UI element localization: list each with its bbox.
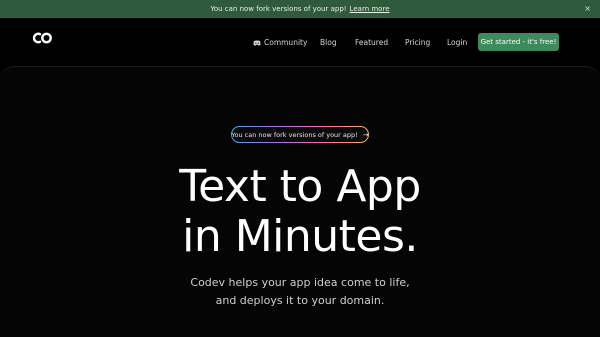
nav-community[interactable]: Community <box>253 38 307 47</box>
pill-inner: You can now fork versions of your app! → <box>231 127 369 142</box>
hero-subtitle-line-1: Codev helps your app idea come to life, <box>190 276 410 289</box>
hero-title-line-1: Text to App <box>179 161 421 212</box>
discord-icon <box>253 40 261 46</box>
nav-pricing[interactable]: Pricing <box>405 38 430 47</box>
nav-login[interactable]: Login <box>447 38 467 47</box>
close-icon[interactable]: × <box>584 4 591 14</box>
top-nav: Community Blog Featured Pricing Login Ge… <box>0 18 600 66</box>
fork-announcement-pill[interactable]: You can now fork versions of your app! → <box>231 126 369 143</box>
learn-more-link[interactable]: Learn more <box>350 5 390 13</box>
get-started-button[interactable]: Get started - it's free! <box>478 33 559 51</box>
nav-blog[interactable]: Blog <box>320 38 337 47</box>
nav-community-label: Community <box>264 38 308 47</box>
nav-featured[interactable]: Featured <box>355 38 388 47</box>
hero-subtitle-line-2: and deploys it to your domain. <box>215 294 385 307</box>
hero-title-line-2: in Minutes. <box>182 211 418 262</box>
arrow-right-icon: → <box>362 130 369 139</box>
codev-logo-icon[interactable] <box>32 31 54 45</box>
pill-text: You can now fork versions of your app! <box>231 130 358 139</box>
announcement-bar: You can now fork versions of your app! L… <box>0 0 600 18</box>
announcement-text: You can now fork versions of your app! <box>210 5 347 13</box>
